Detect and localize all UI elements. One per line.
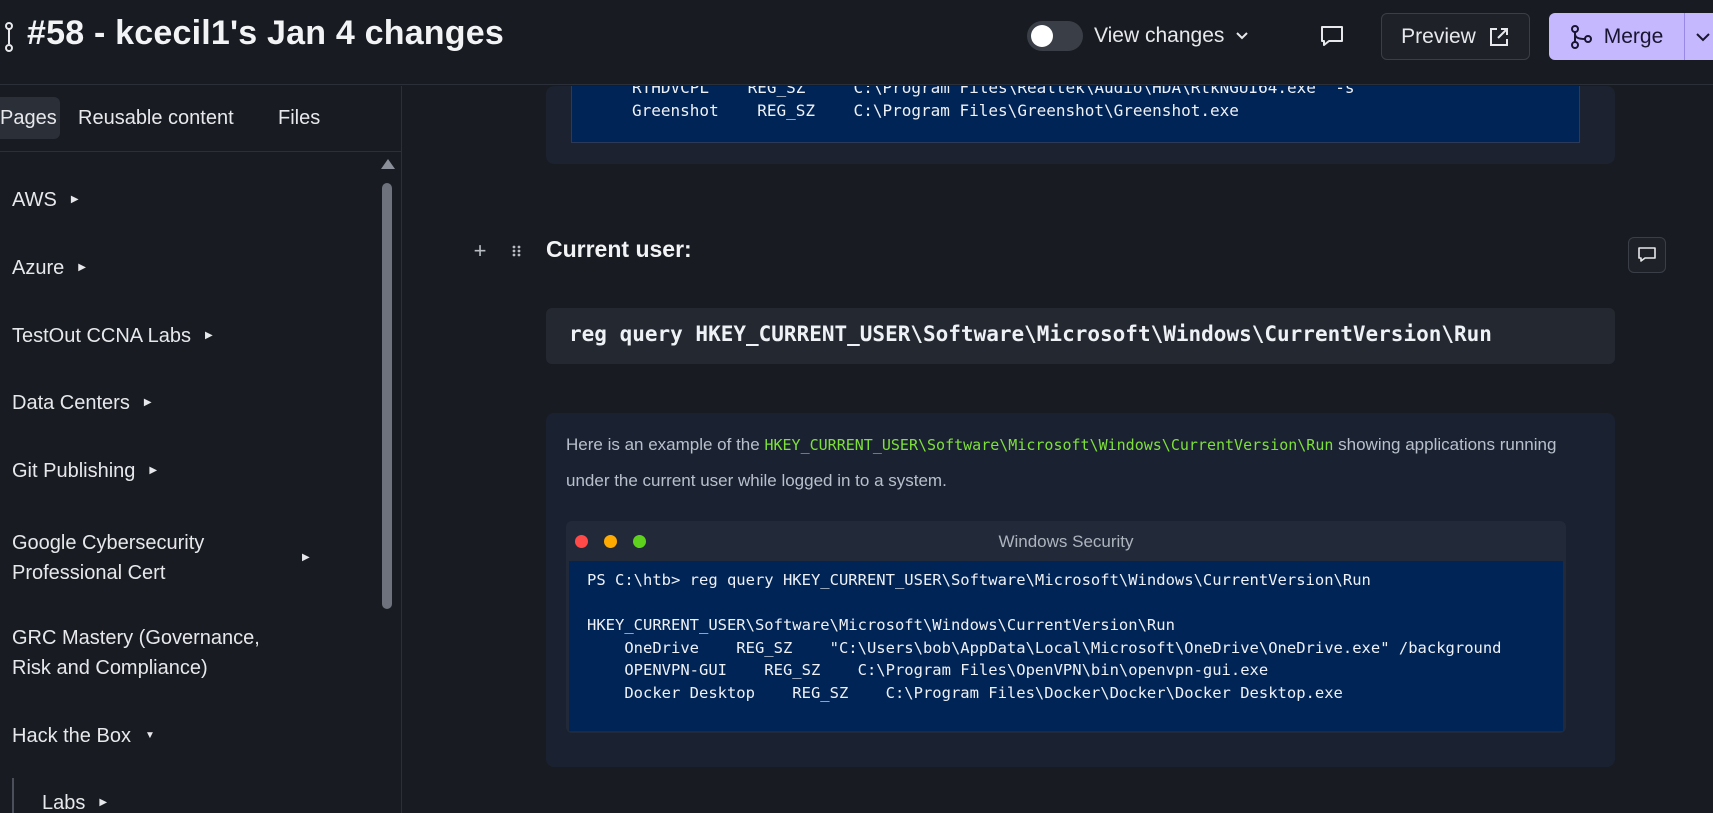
- terminal-line: OneDrive REG_SZ "C:\Users\bob\AppData\Lo…: [587, 639, 1502, 657]
- comments-button[interactable]: [1316, 20, 1348, 52]
- sidebar-item-label-line2: Risk and Compliance): [12, 657, 208, 679]
- sidebar-tabs: Pages Reusable content Files: [0, 86, 402, 152]
- terminal-line: Greenshot REG_SZ C:\Program Files\Greens…: [632, 101, 1239, 120]
- caret-right-icon[interactable]: ▶: [71, 185, 79, 215]
- sidebar-item-label: TestOut CCNA Labs: [12, 325, 191, 347]
- hint-block: Here is an example of the HKEY_CURRENT_U…: [546, 413, 1615, 767]
- inline-code: HKEY_CURRENT_USER\Software\Microsoft\Win…: [764, 436, 1334, 454]
- sidebar-item-testout-ccna-labs[interactable]: TestOut CCNA Labs ▶: [12, 321, 213, 351]
- window-titlebar: Windows Security: [566, 521, 1566, 561]
- sidebar-item-data-centers[interactable]: Data Centers ▶: [12, 388, 152, 418]
- view-changes-dropdown[interactable]: View changes: [1094, 22, 1250, 50]
- pull-request-icon: [5, 22, 13, 52]
- code-text: reg query HKEY_CURRENT_USER\Software\Mic…: [569, 322, 1492, 346]
- preview-label: Preview: [1401, 24, 1476, 48]
- caret-right-icon[interactable]: ▶: [149, 456, 157, 486]
- tab-pages[interactable]: Pages: [0, 97, 60, 139]
- view-changes-toggle[interactable]: [1027, 21, 1083, 51]
- caret-right-icon[interactable]: ▶: [205, 321, 213, 351]
- editor-content: RTHDVCPL REG_SZ "C:\Program Files\Realte…: [403, 86, 1713, 813]
- sidebar-item-aws[interactable]: AWS ▶: [12, 185, 79, 215]
- merge-icon: [1570, 24, 1592, 49]
- sidebar-item-label: Data Centers: [12, 392, 130, 414]
- external-link-icon: [1489, 27, 1508, 46]
- caret-right-icon[interactable]: ▶: [78, 253, 86, 283]
- tab-files[interactable]: Files: [278, 97, 320, 139]
- drag-handle-icon[interactable]: [509, 239, 525, 263]
- merge-button[interactable]: Merge: [1549, 13, 1684, 60]
- sidebar-item-azure[interactable]: Azure ▶: [12, 253, 86, 283]
- scroll-up-arrow-icon[interactable]: [381, 159, 395, 169]
- block-comment-button[interactable]: [1628, 237, 1666, 273]
- hint-text: Here is an example of the HKEY_CURRENT_U…: [566, 427, 1566, 499]
- tree-indent-line: [12, 778, 14, 813]
- top-bar: #58 - kcecil1's Jan 4 changes View chang…: [0, 0, 1713, 85]
- caret-down-icon[interactable]: ▼: [145, 721, 155, 751]
- tab-reusable-content[interactable]: Reusable content: [78, 97, 234, 139]
- sidebar-item-label: Azure: [12, 257, 65, 279]
- sidebar-item-label-line1: GRC Mastery (Governance,: [12, 627, 260, 649]
- comment-icon: [1321, 26, 1343, 46]
- sidebar-item-label: Git Publishing: [12, 460, 136, 482]
- code-block[interactable]: reg query HKEY_CURRENT_USER\Software\Mic…: [546, 308, 1615, 364]
- terminal-line: OPENVPN-GUI REG_SZ C:\Program Files\Open…: [587, 661, 1269, 679]
- terminal-output-previous: RTHDVCPL REG_SZ "C:\Program Files\Realte…: [571, 86, 1580, 143]
- sidebar: Pages Reusable content Files AWS ▶ Azure…: [0, 86, 402, 813]
- sidebar-item-label: AWS: [12, 189, 57, 211]
- merge-button-group: Merge: [1549, 13, 1713, 60]
- terminal-output: PS C:\htb> reg query HKEY_CURRENT_USER\S…: [569, 561, 1563, 731]
- terminal-window: Windows Security PS C:\htb> reg query HK…: [566, 521, 1566, 733]
- sidebar-item-google-cybersecurity[interactable]: Google Cybersecurity Professional Cert ▶: [12, 528, 312, 588]
- sidebar-scrollbar[interactable]: [377, 159, 397, 813]
- merge-options-chevron-icon[interactable]: [1693, 27, 1713, 47]
- caret-right-icon[interactable]: ▶: [99, 788, 107, 813]
- merge-divider: [1684, 13, 1685, 60]
- terminal-line: HKEY_CURRENT_USER\Software\Microsoft\Win…: [587, 616, 1175, 634]
- window-title: Windows Security: [998, 532, 1134, 551]
- caret-right-icon[interactable]: ▶: [144, 388, 152, 418]
- add-block-icon[interactable]: +: [468, 239, 492, 263]
- sidebar-item-grc-mastery[interactable]: GRC Mastery (Governance, Risk and Compli…: [12, 623, 260, 683]
- sidebar-item-label: Labs: [42, 792, 86, 813]
- terminal-line: RTHDVCPL REG_SZ "C:\Program Files\Realte…: [632, 86, 1355, 97]
- sidebar-item-git-publishing[interactable]: Git Publishing ▶: [12, 456, 157, 486]
- sidebar-item-hack-the-box[interactable]: Hack the Box ▼: [12, 721, 155, 751]
- terminal-line: Docker Desktop REG_SZ C:\Program Files\D…: [587, 684, 1343, 702]
- hint-text-before: Here is an example of the: [566, 435, 765, 454]
- sidebar-item-label-line2: Professional Cert: [12, 562, 166, 584]
- view-changes-label: View changes: [1094, 24, 1225, 47]
- section-heading: Current user:: [546, 236, 692, 262]
- toggle-knob: [1031, 25, 1053, 47]
- page-title: #58 - kcecil1's Jan 4 changes: [27, 14, 504, 52]
- sidebar-item-labs[interactable]: Labs ▶: [42, 788, 107, 813]
- chevron-down-icon: [1236, 32, 1249, 40]
- sidebar-item-label: Hack the Box: [12, 725, 131, 747]
- caret-right-icon[interactable]: ▶: [302, 543, 310, 573]
- sidebar-item-label-line1: Google Cybersecurity: [12, 532, 205, 554]
- merge-label: Merge: [1603, 24, 1664, 48]
- comment-icon: [1638, 247, 1656, 262]
- terminal-line: PS C:\htb> reg query HKEY_CURRENT_USER\S…: [587, 571, 1371, 589]
- scrollbar-thumb[interactable]: [382, 183, 392, 609]
- preview-button[interactable]: Preview: [1381, 13, 1530, 60]
- heading-block: + Current user:: [403, 232, 1713, 272]
